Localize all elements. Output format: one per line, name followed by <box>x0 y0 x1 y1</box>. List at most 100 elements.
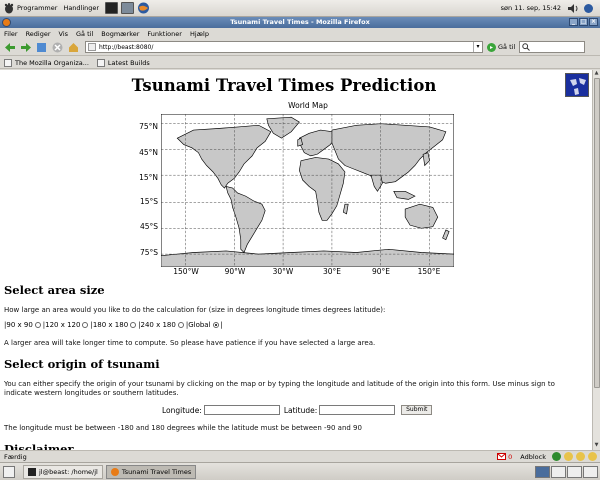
bookmark-label: The Mozilla Organiza... <box>15 58 89 67</box>
scroll-up-arrow-icon[interactable]: ▲ <box>593 70 600 77</box>
submit-button[interactable]: Submit <box>401 405 433 415</box>
maximize-button[interactable]: □ <box>579 18 588 26</box>
firefox-window-icon[interactable] <box>2 18 11 27</box>
stop-button[interactable] <box>51 41 64 54</box>
area-option-label: 240 x 180 <box>140 321 176 329</box>
world-map[interactable] <box>161 114 454 267</box>
address-bar[interactable]: http://beast:8080/ ▾ <box>85 41 483 53</box>
gnome-foot-icon[interactable] <box>3 2 14 14</box>
task-label: jl@beast: /home/jl <box>39 467 98 476</box>
area-radio-120[interactable] <box>82 322 89 328</box>
file-manager-launcher-icon[interactable] <box>121 2 135 14</box>
area-radio-180[interactable] <box>130 322 137 328</box>
area-note: A larger area will take longer time to c… <box>4 339 376 347</box>
menu-file[interactable]: Filer <box>4 30 18 38</box>
lon-tick-30e: 30°E <box>322 267 342 276</box>
lat-tick-75s: 75°S <box>139 248 158 257</box>
bookmark-latest-builds[interactable]: Latest Builds <box>96 58 150 67</box>
area-radio-240[interactable] <box>177 322 184 328</box>
browser-launcher-icon[interactable] <box>137 2 150 14</box>
url-history-dropdown[interactable]: ▾ <box>473 42 482 52</box>
show-desktop-icon[interactable] <box>3 465 15 478</box>
window-titlebar[interactable]: Tsunami Travel Times - Mozilla Firefox _… <box>0 17 600 28</box>
weather-icon[interactable] <box>588 452 597 461</box>
lon-tick-30w: 30°W <box>272 267 294 276</box>
actions-menu[interactable]: Handlinger <box>63 4 99 12</box>
origin-form: Longitude: Latitude: Submit <box>162 405 433 415</box>
goto-button[interactable]: ▸ Gå til <box>487 42 515 52</box>
australia-landmass <box>404 203 439 229</box>
disclaimer-heading: Disclaimer <box>4 442 74 450</box>
close-button[interactable]: × <box>589 18 598 26</box>
menu-help[interactable]: Hjælp <box>190 30 209 38</box>
area-size-heading: Select area size <box>4 283 105 297</box>
search-icon <box>522 43 531 51</box>
page-title: Tsunami Travel Times Prediction <box>131 76 437 95</box>
terminal-launcher-icon[interactable] <box>105 2 119 14</box>
bookmark-mozilla[interactable]: The Mozilla Organiza... <box>4 58 89 67</box>
forward-button[interactable] <box>19 41 32 54</box>
workspace-2[interactable] <box>551 465 566 478</box>
globe-thumbnail[interactable] <box>565 73 589 97</box>
weather-icon[interactable] <box>576 452 585 461</box>
bookmark-icon <box>4 58 12 67</box>
status-text: Færdig <box>4 452 27 461</box>
task-firefox[interactable]: Tsunami Travel Times <box>105 464 197 479</box>
volume-icon[interactable] <box>567 3 579 14</box>
weather-icon[interactable] <box>564 452 573 461</box>
clock[interactable]: søn 11. sep, 15:42 <box>501 4 561 12</box>
workspace-3[interactable] <box>567 465 582 478</box>
area-radio-90[interactable] <box>34 322 41 328</box>
adblock-label[interactable]: Adblock <box>520 453 546 461</box>
menubar: Filer Rediger Vis Gå til Bogmærker Funkt… <box>0 28 600 39</box>
workspace-switcher <box>534 465 598 478</box>
lat-tick-15s: 15°S <box>139 197 158 206</box>
latitude-input[interactable] <box>319 405 396 415</box>
origin-text: You can either specify the origin of you… <box>4 380 555 397</box>
lat-tick-15n: 15°N <box>139 173 158 182</box>
lon-tick-150e: 150°E <box>417 267 441 276</box>
task-terminal[interactable]: jl@beast: /home/jl <box>23 464 103 479</box>
minimize-button[interactable]: _ <box>569 18 578 26</box>
area-option-label: 90 x 90 <box>6 321 33 329</box>
menu-go[interactable]: Gå til <box>76 30 93 38</box>
reload-icon <box>37 42 46 52</box>
workspace-4[interactable] <box>583 465 598 478</box>
bottom-taskbar: jl@beast: /home/jl Tsunami Travel Times <box>0 462 600 480</box>
search-box[interactable] <box>519 41 586 53</box>
scrollbar-thumb[interactable] <box>594 78 600 388</box>
reload-button[interactable] <box>35 41 48 54</box>
menu-view[interactable]: Vis <box>59 30 69 38</box>
home-button[interactable] <box>67 41 80 54</box>
lat-tick-45n: 45°N <box>139 148 158 157</box>
menu-edit[interactable]: Rediger <box>26 30 51 38</box>
mail-icon[interactable] <box>497 453 507 460</box>
page-content: Tsunami Travel Times Prediction World Ma… <box>0 70 592 450</box>
lat-tick-45s: 45°S <box>139 222 158 231</box>
forward-arrow-icon <box>20 42 31 52</box>
applications-menu[interactable]: Programmer <box>17 4 57 12</box>
area-option-label: 120 x 120 <box>45 321 81 329</box>
back-button[interactable] <box>3 41 16 54</box>
menu-bookmarks[interactable]: Bogmærker <box>101 30 139 38</box>
firefox-icon <box>110 467 119 476</box>
longitude-input[interactable] <box>203 405 280 415</box>
network-icon[interactable] <box>583 3 594 14</box>
latitude-label: Latitude: <box>283 405 318 415</box>
area-question: How large an area would you like to do t… <box>4 306 386 314</box>
lon-tick-90w: 90°W <box>224 267 246 276</box>
security-icon[interactable] <box>552 452 561 461</box>
go-arrow-icon: ▸ <box>487 42 496 52</box>
task-label: Tsunami Travel Times <box>121 467 192 476</box>
scroll-down-arrow-icon[interactable]: ▼ <box>593 442 600 449</box>
area-radio-global[interactable] <box>212 322 219 328</box>
bookmark-icon <box>96 58 105 67</box>
page-favicon <box>88 43 96 51</box>
menu-tools[interactable]: Funktioner <box>147 30 182 38</box>
back-arrow-icon <box>4 42 15 52</box>
antarctica-landmass <box>161 248 454 267</box>
home-icon <box>69 42 78 52</box>
lon-tick-150w: 150°W <box>173 267 199 276</box>
workspace-1[interactable] <box>535 465 550 478</box>
page-scrollbar[interactable]: ▲ ▼ <box>592 70 600 450</box>
